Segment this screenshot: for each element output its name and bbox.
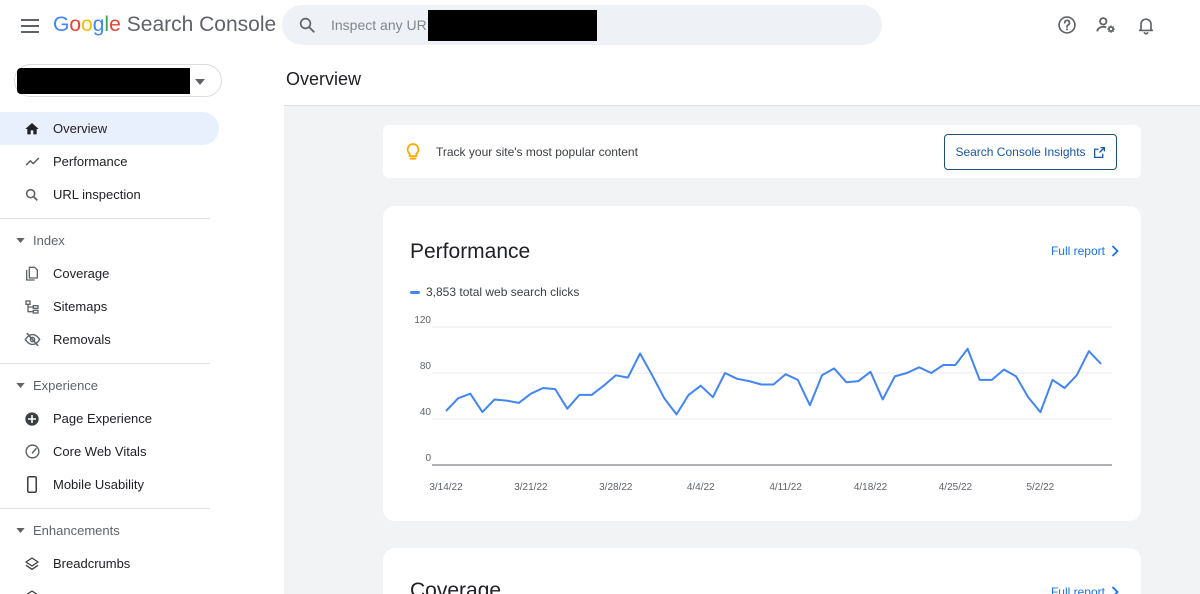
coverage-full-report-link[interactable]: Full report	[1051, 585, 1119, 594]
caret-down-icon	[16, 382, 26, 388]
logo-letter: o	[81, 13, 93, 36]
redacted-url	[428, 9, 597, 41]
sidebar-item-removals[interactable]: Removals	[0, 323, 219, 356]
performance-full-report-link[interactable]: Full report	[1051, 244, 1119, 258]
search-console-insights-button[interactable]: Search Console Insights	[944, 134, 1117, 170]
insights-button-label: Search Console Insights	[955, 145, 1086, 159]
manage-users-icon[interactable]	[1094, 13, 1118, 37]
search-icon	[23, 186, 41, 204]
sitemap-icon	[23, 298, 41, 316]
y-tick-label: 120	[414, 315, 431, 326]
sidebar-item-label: URL inspection	[53, 187, 141, 202]
clicks-series-line	[445, 347, 1102, 416]
sidebar-item-mobile-usability[interactable]: Mobile Usability	[0, 468, 219, 501]
sidebar-item-url-inspection[interactable]: URL inspection	[0, 178, 219, 211]
sidebar-section-label: Experience	[33, 377, 99, 393]
logo-letter: G	[53, 13, 70, 36]
tip-text: Track your site's most popular content	[436, 145, 638, 159]
url-inspect-search[interactable]	[282, 5, 882, 45]
app-header: Google Search Console	[0, 0, 1200, 52]
home-icon	[23, 120, 41, 138]
product-name: Search Console	[126, 13, 277, 36]
x-tick-label: 3/21/22	[514, 482, 548, 493]
caret-down-icon	[16, 237, 26, 243]
visibility-off-icon	[23, 331, 41, 349]
sidebar-item-label: Mobile Usability	[53, 477, 145, 492]
logo-letter: e	[109, 13, 121, 36]
page-title: Overview	[286, 69, 362, 89]
y-tick-label: 80	[420, 361, 432, 372]
trending-up-icon	[23, 153, 41, 171]
legend-label: 3,853 total web search clicks	[426, 285, 580, 299]
sidebar-item-overview[interactable]: Overview	[0, 112, 219, 145]
x-tick-label: 5/2/22	[1026, 482, 1054, 493]
layers-icon	[23, 588, 41, 594]
sidebar-divider	[0, 508, 210, 509]
layers-icon	[23, 555, 41, 573]
add-circle-icon	[23, 410, 41, 428]
search-icon	[295, 13, 319, 37]
chevron-right-icon	[1111, 586, 1119, 594]
x-tick-label: 4/18/22	[854, 482, 888, 493]
sidebar-item-breadcrumbs[interactable]: Breadcrumbs	[0, 547, 219, 580]
sidebar-section-enhancements[interactable]: Enhancements	[0, 515, 220, 545]
performance-title: Performance	[410, 240, 531, 263]
sidebar-item-label: Performance	[53, 154, 128, 169]
sidebar-item-page-experience[interactable]: Page Experience	[0, 402, 219, 435]
full-report-label: Full report	[1050, 585, 1105, 594]
x-tick-label: 4/11/22	[769, 482, 802, 493]
main-content: Overview Track your site's most popular …	[238, 52, 1200, 594]
y-tick-label: 0	[425, 453, 431, 464]
property-selector[interactable]	[14, 64, 222, 97]
logo-letter: g	[92, 13, 105, 36]
coverage-card: Coverage Full report	[383, 548, 1141, 594]
x-tick-label: 3/14/22	[429, 482, 463, 493]
sidebar-item-label: Overview	[53, 121, 108, 136]
sidebar-item-next[interactable]	[0, 580, 219, 594]
chart-legend[interactable]: 3,853 total web search clicks	[410, 285, 579, 299]
caret-down-icon	[195, 72, 205, 90]
insights-tip-card: Track your site's most popular content S…	[383, 125, 1141, 178]
sidebar-item-label: Breadcrumbs	[53, 556, 131, 571]
sidebar-item-sitemaps[interactable]: Sitemaps	[0, 290, 219, 323]
logo-letter: o	[69, 13, 82, 36]
sidebar: Overview Performance URL inspection Inde…	[0, 52, 238, 594]
open-in-new-icon	[1093, 146, 1106, 159]
sidebar-item-performance[interactable]: Performance	[0, 145, 219, 178]
coverage-title: Coverage	[410, 579, 502, 594]
bell-icon[interactable]	[1134, 13, 1158, 37]
chevron-right-icon	[1111, 245, 1119, 257]
sidebar-section-label: Index	[33, 232, 65, 248]
app-logo[interactable]: Google Search Console	[53, 13, 276, 41]
redacted-property-name	[17, 67, 190, 94]
x-tick-label: 4/25/22	[939, 482, 973, 493]
sidebar-item-label: Coverage	[53, 266, 110, 281]
sidebar-divider	[0, 363, 210, 364]
file-copy-icon	[23, 265, 41, 283]
sidebar-section-experience[interactable]: Experience	[0, 370, 220, 400]
help-icon[interactable]	[1055, 13, 1079, 37]
full-report-label: Full report	[1050, 244, 1105, 258]
phone-icon	[23, 476, 41, 494]
x-tick-label: 3/28/22	[599, 482, 633, 493]
y-tick-label: 40	[420, 407, 432, 418]
speed-icon	[23, 443, 41, 461]
x-tick-label: 4/4/22	[687, 482, 715, 493]
sidebar-section-label: Enhancements	[33, 522, 120, 538]
url-inspect-input[interactable]	[331, 17, 427, 33]
sidebar-item-coverage[interactable]: Coverage	[0, 257, 219, 290]
legend-swatch	[410, 290, 420, 294]
lightbulb-icon	[403, 142, 423, 162]
sidebar-item-label: Core Web Vitals	[53, 444, 147, 459]
sidebar-item-label: Page Experience	[53, 411, 153, 426]
caret-down-icon	[16, 527, 26, 533]
performance-chart[interactable]: 0 40 80 120 3/14/22 3/21/22 3/28/22 4/4/22 4/11/…	[383, 311, 1141, 496]
sidebar-section-index[interactable]: Index	[0, 225, 220, 255]
sidebar-divider	[0, 218, 210, 219]
performance-card: Performance Full report 3,853 total web …	[383, 206, 1141, 521]
sidebar-item-label: Removals	[53, 332, 111, 347]
menu-icon[interactable]	[14, 10, 46, 42]
sidebar-item-core-web-vitals[interactable]: Core Web Vitals	[0, 435, 219, 468]
sidebar-item-label: Sitemaps	[53, 299, 108, 314]
